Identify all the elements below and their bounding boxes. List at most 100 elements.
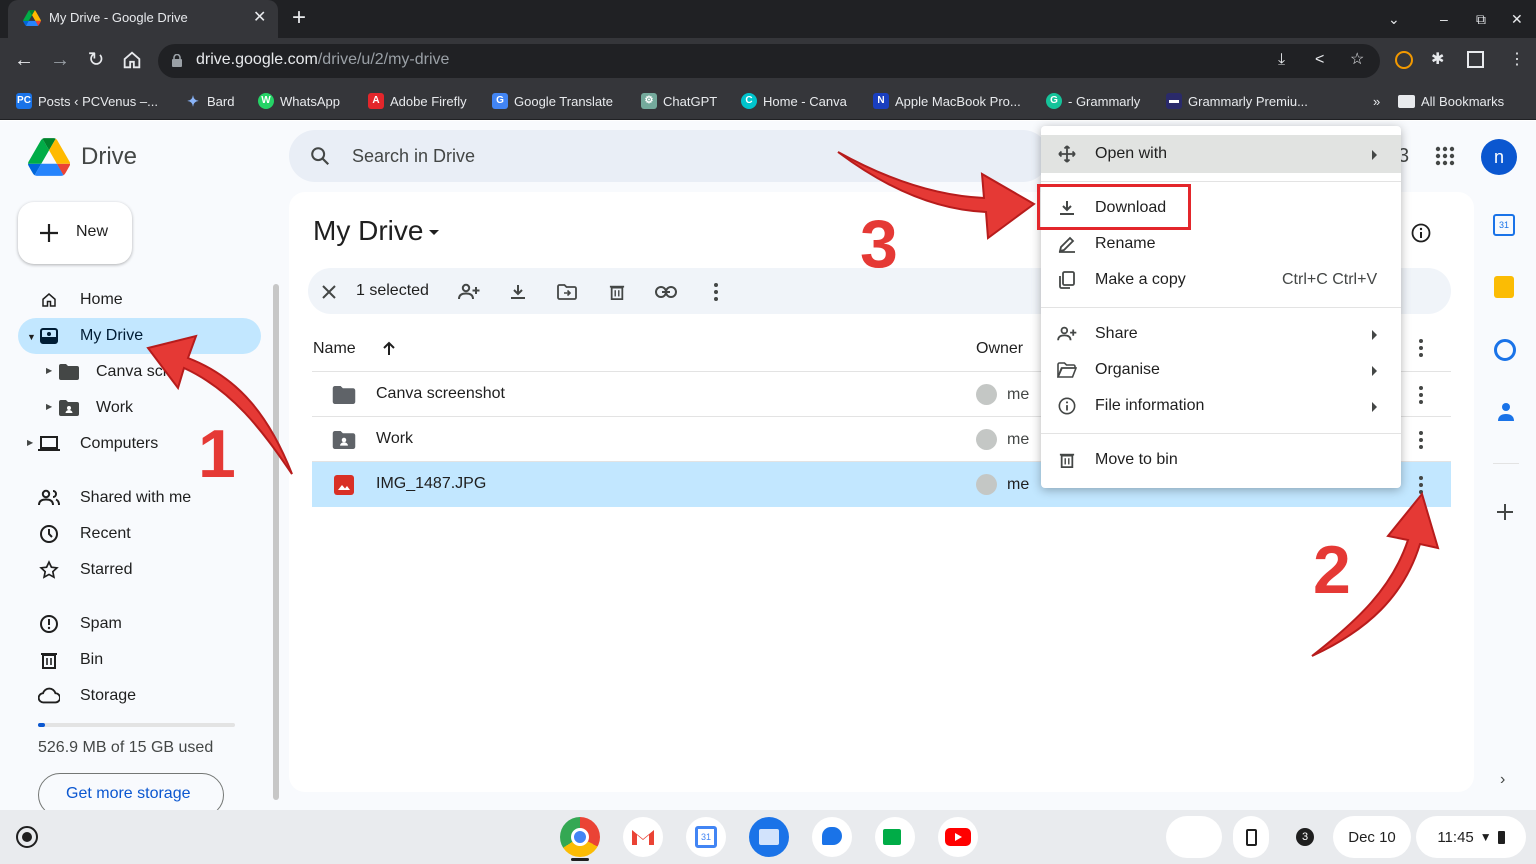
apps-grid-icon[interactable] [1435,146,1455,166]
close-window-icon[interactable]: ✕ [1511,9,1523,29]
drive-logo-text[interactable]: Drive [81,143,137,171]
download-icon[interactable] [506,280,530,304]
tab-search-chevron-icon[interactable]: ⌄ [1388,9,1400,29]
column-header-name[interactable]: Name [313,340,356,358]
bookmark-item[interactable]: G Google Translate [492,91,613,111]
minimize-icon[interactable]: – [1440,9,1448,29]
notification-count-badge[interactable]: 3 [1296,828,1314,846]
expand-side-panel-icon[interactable]: › [1500,771,1505,789]
url-path: /drive/u/2/my-drive [317,51,450,68]
account-avatar[interactable]: n [1481,139,1517,175]
tab-close-icon[interactable]: ✕ [253,8,266,28]
gmail-app-icon[interactable] [623,817,663,857]
new-tab-icon[interactable]: + [292,5,306,31]
holding-space-tray[interactable] [1166,816,1222,858]
menu-divider [1041,307,1401,308]
drive-logo-icon[interactable] [28,138,70,176]
clear-selection-icon[interactable] [317,280,341,304]
extensions-puzzle-icon[interactable]: ✱ [1431,50,1444,70]
reload-icon[interactable]: ↻ [84,48,108,72]
nav-item-shared[interactable]: Shared with me [38,484,191,512]
add-addon-icon[interactable] [1496,503,1514,521]
status-tray[interactable]: 11:45 ▼ [1416,816,1526,858]
date-pill[interactable]: Dec 10 [1333,816,1411,858]
menu-label: Move to bin [1095,451,1178,468]
bookmark-item[interactable]: G - Grammarly [1046,91,1140,111]
bookmark-item[interactable]: PC Posts ‹ PCVenus –... [16,91,158,111]
nav-item-storage[interactable]: Storage [38,682,136,710]
share-person-icon[interactable] [457,280,481,304]
sort-arrow-up-icon[interactable] [381,341,397,357]
more-actions-icon[interactable] [708,280,724,304]
messages-app-icon[interactable] [812,817,852,857]
canva-favicon-icon: C [741,93,757,109]
meet-app-icon[interactable] [875,817,915,857]
keep-app-icon[interactable] [1494,276,1514,298]
bookmark-label: Posts ‹ PCVenus –... [38,93,158,109]
info-icon [1057,396,1077,416]
chrome-app-icon[interactable] [560,817,600,857]
calendar-app-icon[interactable]: 31 [1493,214,1515,236]
bookmark-item[interactable]: A Adobe Firefly [368,91,467,111]
bookmark-item[interactable]: C Home - Canva [741,91,847,111]
trash-icon[interactable] [605,280,629,304]
expand-caret-icon[interactable]: ▶ [46,402,52,411]
browser-menu-icon[interactable]: ⋮ [1509,50,1525,70]
row-owner: me [1007,476,1030,493]
menu-divider [1041,433,1401,434]
row-more-icon[interactable] [1413,428,1429,452]
header-more-icon[interactable] [1413,336,1429,360]
row-more-icon[interactable] [1413,383,1429,407]
back-icon[interactable]: ← [12,48,36,72]
share-icon[interactable]: < [1315,50,1324,70]
expand-caret-icon[interactable]: ▶ [27,438,33,447]
tasks-app-icon[interactable] [1494,339,1516,361]
calendar-app-icon[interactable]: 31 [686,817,726,857]
link-icon[interactable] [654,280,678,304]
contacts-app-icon[interactable] [1498,402,1514,422]
nav-item-my-drive[interactable]: My Drive [38,322,143,350]
home-icon[interactable] [121,49,143,71]
url-text[interactable]: drive.google.com/drive/u/2/my-drive [196,51,449,69]
all-bookmarks[interactable]: All Bookmarks [1398,91,1504,111]
move-folder-icon[interactable] [555,280,579,304]
column-header-owner[interactable]: Owner [976,340,1023,358]
nav-item-bin[interactable]: Bin [38,646,103,674]
forward-icon[interactable]: → [48,48,72,72]
lock-icon[interactable] [172,54,182,67]
bookmark-item[interactable]: N Apple MacBook Pro... [873,91,1021,111]
bookmark-item[interactable]: ✦ Bard [185,91,234,111]
restore-icon[interactable]: ⧉ [1476,9,1486,29]
bookmark-item[interactable]: ⚙ ChatGPT [641,91,717,111]
phone-hub-icon[interactable] [1233,816,1269,858]
nav-item-home[interactable]: Home [38,286,123,314]
macbook-favicon-icon: N [873,93,889,109]
bookmark-item[interactable]: W WhatsApp [258,91,340,111]
launcher-icon[interactable] [16,826,38,848]
info-icon[interactable] [1411,223,1431,243]
bookmark-item[interactable]: ▬ Grammarly Premiu... [1166,91,1308,111]
side-panel-icon[interactable] [1467,51,1484,68]
expand-caret-icon[interactable]: ▼ [27,332,36,342]
nav-item-recent[interactable]: Recent [38,520,131,548]
youtube-app-icon[interactable] [938,817,978,857]
bookmark-star-icon[interactable]: ☆ [1350,50,1364,70]
nav-item-spam[interactable]: Spam [38,610,122,638]
install-app-icon[interactable]: ⤓ [1278,50,1285,70]
new-button[interactable] [18,202,132,264]
submenu-arrow-icon [1372,366,1377,376]
nav-item-starred[interactable]: Starred [38,556,132,584]
move-arrows-icon [1057,144,1077,164]
cookie-extension-icon[interactable] [1395,51,1413,69]
title-dropdown-icon[interactable] [429,230,439,235]
bookmarks-overflow-icon[interactable]: » [1373,91,1380,111]
nav-label: Bin [80,651,104,668]
search-icon[interactable] [309,145,331,167]
expand-caret-icon[interactable]: ▶ [46,366,52,375]
spam-icon [38,613,60,635]
page-title[interactable]: My Drive [313,215,423,247]
nav-item-work-folder[interactable]: Work [58,394,133,422]
nav-label: Recent [80,525,131,542]
files-app-icon[interactable] [749,817,789,857]
bookmark-label: Home - Canva [763,93,847,109]
